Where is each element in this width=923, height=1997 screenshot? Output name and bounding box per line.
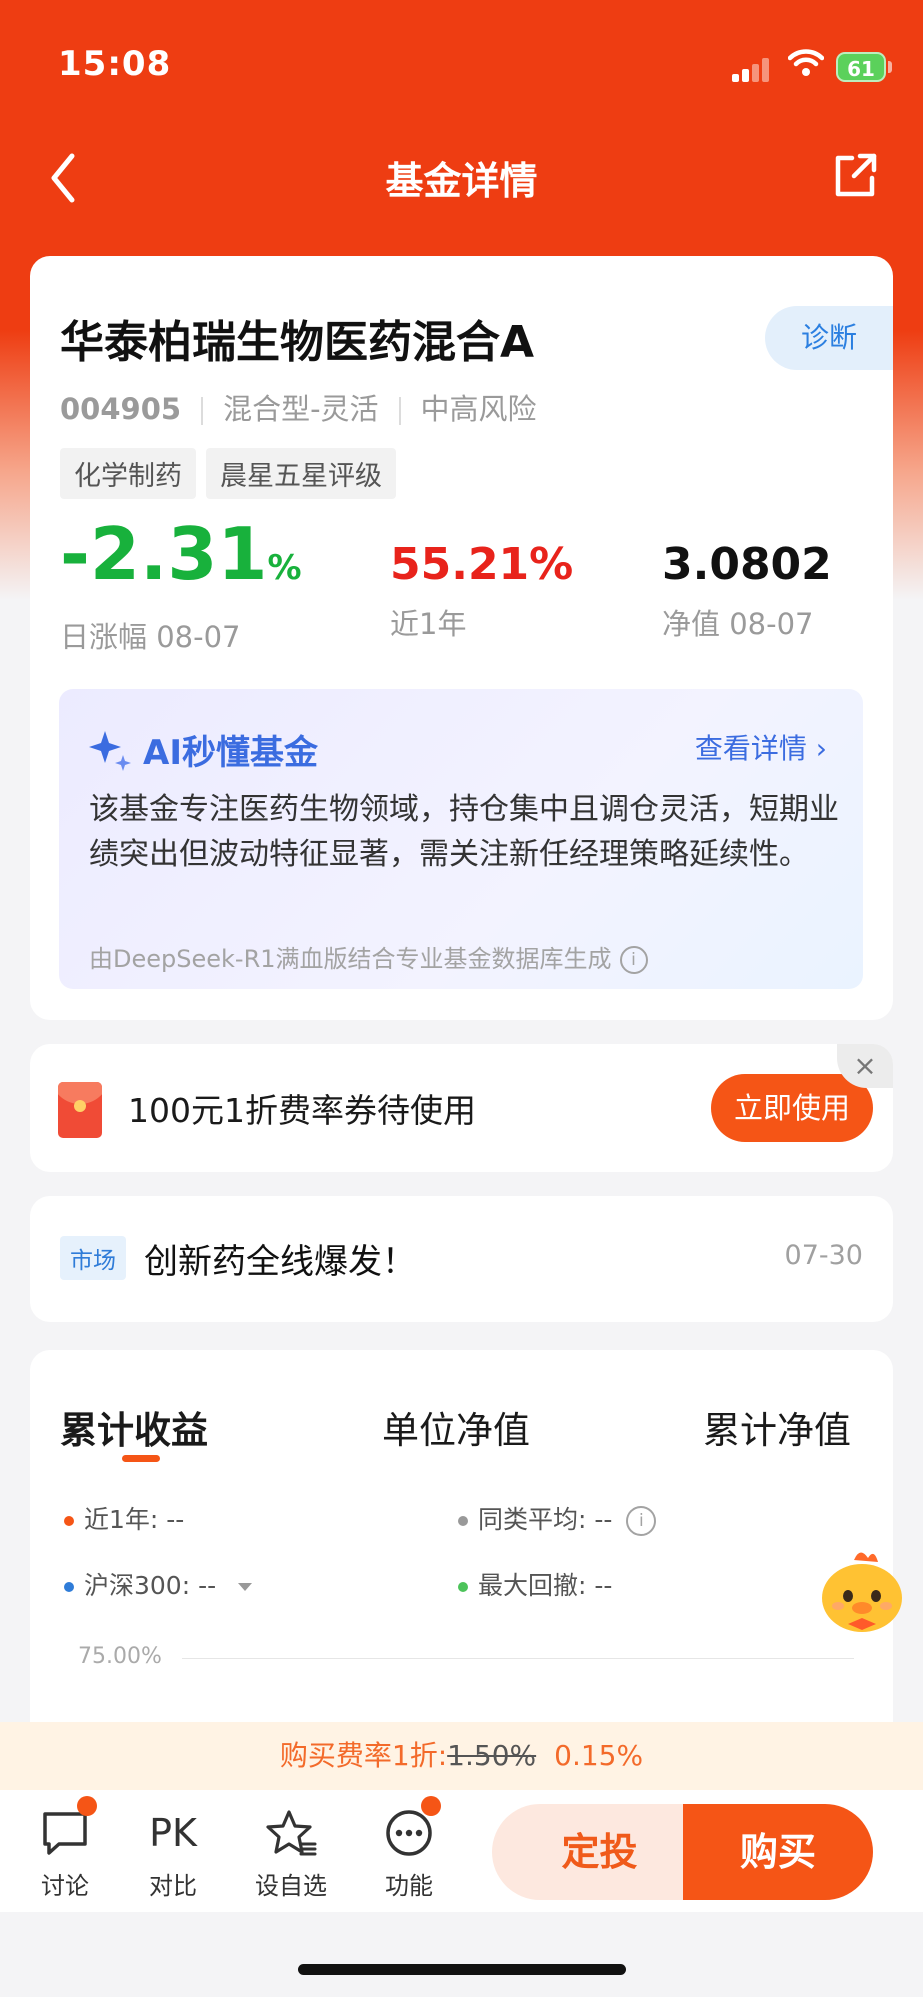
star-list-icon <box>266 1810 317 1856</box>
fund-name: 华泰柏瑞生物医药混合A <box>60 317 535 368</box>
battery-nub <box>888 61 892 73</box>
fee-discounted: 0.15% <box>554 1739 644 1772</box>
ai-view-details-link[interactable]: 查看详情 › <box>695 727 827 767</box>
tab-unit-nav[interactable]: 单位净值 <box>382 1400 530 1454</box>
watchlist-label: 设自选 <box>255 1872 327 1900</box>
legend-dot <box>64 1582 74 1592</box>
tab-indicator <box>122 1455 160 1462</box>
ai-summary-box[interactable]: AI秒懂基金 查看详情 › 该基金专注医药生物领域，持仓集中且调仓灵活，短期业绩… <box>59 689 863 989</box>
news-date: 07-30 <box>784 1240 863 1271</box>
signal-icon <box>732 58 772 82</box>
daily-change-unit: % <box>267 548 302 588</box>
tag-sector: 化学制药 <box>60 448 196 499</box>
tag-rating: 晨星五星评级 <box>206 448 396 499</box>
diagnose-button[interactable]: 诊断 <box>765 306 893 370</box>
auto-invest-button[interactable]: 定投 <box>492 1804 707 1900</box>
battery-icon: 61 <box>836 52 886 82</box>
add-watchlist-button[interactable]: 设自选 <box>246 1808 336 1901</box>
ai-view-details-label: 查看详情 <box>694 732 807 765</box>
ai-footer-text: 由DeepSeek-R1满血版结合专业基金数据库生成 <box>89 945 612 973</box>
notification-dot <box>77 1796 97 1816</box>
pk-icon: PK <box>149 1811 197 1855</box>
fund-meta: 004905 混合型-灵活 中高风险 <box>60 386 537 428</box>
wifi-icon <box>788 49 824 76</box>
fund-code: 004905 <box>60 392 182 426</box>
divider <box>398 397 401 425</box>
coupon-card: 100元1折费率券待使用 立即使用 × <box>30 1044 893 1172</box>
legend-hs300[interactable]: 沪深300: -- <box>64 1566 253 1602</box>
nav-stat: 3.0802 净值 08-07 <box>662 539 832 643</box>
fee-original: 1.50% <box>447 1739 537 1772</box>
fee-discount-banner: 购买费率1折:1.50% 0.15% <box>0 1722 923 1790</box>
mascot-chick-icon[interactable] <box>812 1540 908 1636</box>
home-indicator-area <box>0 1912 923 1997</box>
daily-change-label: 日涨幅 08-07 <box>60 620 241 654</box>
legend-hs300-label: 沪深300: -- <box>84 1571 217 1600</box>
performance-chart-card: 累计收益 单位净值 累计净值 近1年: -- 同类平均: -- i 沪深300: … <box>30 1350 893 1770</box>
compare-label: 对比 <box>149 1872 197 1900</box>
functions-label: 功能 <box>385 1872 433 1900</box>
fund-tags: 化学制药 晨星五星评级 <box>60 448 406 499</box>
discuss-label: 讨论 <box>41 1872 89 1900</box>
status-bar: 15:08 61 <box>0 0 923 130</box>
dropdown-caret-icon <box>238 1583 253 1591</box>
red-envelope-icon <box>58 1082 102 1138</box>
fee-prefix: 购买费率1折: <box>279 1739 448 1772</box>
daily-change-value: -2.31 <box>60 512 268 596</box>
functions-button[interactable]: 功能 <box>364 1796 454 1901</box>
buy-button[interactable]: 购买 <box>683 1804 873 1900</box>
use-coupon-button[interactable]: 立即使用 <box>711 1074 873 1142</box>
ai-summary-text: 该基金专注医药生物领域，持仓集中且调仓灵活，短期业绩突出但波动特征显著，需关注新… <box>89 792 839 872</box>
home-indicator[interactable] <box>298 1964 626 1975</box>
legend-year-label: 近1年: -- <box>84 1505 185 1534</box>
bottom-action-bar: 讨论 PK 对比 设自选 功能 定投 购买 <box>0 1790 923 1912</box>
legend-year: 近1年: -- <box>64 1500 184 1536</box>
fund-risk: 中高风险 <box>420 392 537 426</box>
legend-dot <box>458 1582 468 1592</box>
notification-dot <box>421 1796 441 1816</box>
coupon-text: 100元1折费率券待使用 <box>128 1091 476 1130</box>
legend-category-avg-label: 同类平均: -- <box>478 1505 613 1534</box>
year-return-stat: 55.21% 近1年 <box>390 539 573 643</box>
news-badge: 市场 <box>60 1236 126 1280</box>
share-icon[interactable] <box>830 150 880 200</box>
grid-line <box>182 1658 854 1659</box>
nav-value: 3.0802 <box>662 539 832 590</box>
info-icon[interactable]: i <box>619 946 648 974</box>
discuss-button[interactable]: 讨论 <box>20 1796 110 1901</box>
legend-dot <box>64 1516 74 1526</box>
nav-label: 净值 08-07 <box>662 607 814 641</box>
tab-cumulative-nav[interactable]: 累计净值 <box>703 1400 851 1454</box>
news-title: 创新药全线爆发！ <box>144 1242 416 1282</box>
legend-max-drawdown-label: 最大回撤: -- <box>478 1571 613 1600</box>
daily-change-stat: -2.31% 日涨幅 08-07 <box>60 518 302 656</box>
status-time: 15:08 <box>58 44 172 84</box>
year-return-value: 55.21% <box>390 539 574 590</box>
fund-summary-card: 华泰柏瑞生物医药混合A 诊断 004905 混合型-灵活 中高风险 化学制药 晨星五星… <box>30 256 893 1020</box>
divider <box>201 397 204 425</box>
legend-dot <box>458 1516 468 1526</box>
news-card[interactable]: 市场 创新药全线爆发！ 07-30 <box>30 1196 893 1322</box>
sparkle-icon <box>89 731 131 771</box>
tab-cumulative-return[interactable]: 累计收益 <box>60 1400 208 1454</box>
chevron-right-icon: › <box>815 732 827 765</box>
info-icon[interactable]: i <box>626 1506 657 1536</box>
fund-type: 混合型-灵活 <box>223 392 379 426</box>
ai-title: AI秒懂基金 <box>143 733 318 773</box>
year-return-label: 近1年 <box>390 607 467 641</box>
ai-footer: 由DeepSeek-R1满血版结合专业基金数据库生成 i <box>89 939 648 974</box>
page-title: 基金详情 <box>385 159 538 203</box>
compare-button[interactable]: PK 对比 <box>128 1808 218 1901</box>
legend-category-avg: 同类平均: -- i <box>458 1500 657 1536</box>
y-axis-tick: 75.00% <box>78 1644 162 1669</box>
legend-max-drawdown: 最大回撤: -- <box>458 1566 612 1602</box>
